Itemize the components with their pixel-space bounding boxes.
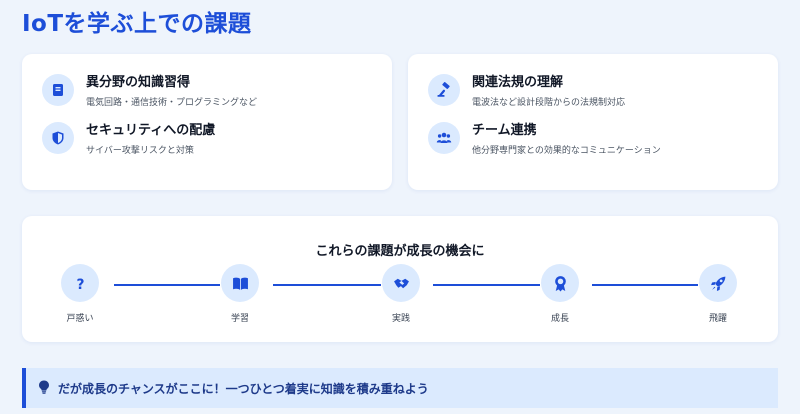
timeline-connector [433,284,540,286]
rocket-icon [699,264,737,302]
challenge-card-left: 異分野の知識習得 電気回路・通信技術・プログラミングなど セキュリティへの配慮 … [22,54,392,190]
challenge-desc: サイバー攻撃リスクと対策 [86,146,194,156]
timeline-connector [592,284,698,286]
stage-label: 飛躍 [708,314,727,324]
open-book-icon [221,264,259,302]
challenge-title: セキュリティへの配慮 [86,123,216,138]
timeline-stage: 成長 [530,264,590,324]
shield-icon [42,122,74,154]
gavel-icon [428,74,460,106]
banner-text: だが成長のチャンスがここに！一つひとつ着実に知識を積み重ねよう [58,381,429,396]
growth-card: これらの課題が成長の機会に ? 戸惑い 学習 実践 成長 飛躍 [22,216,778,342]
stage-label: 成長 [550,314,569,324]
timeline-connector [114,284,220,286]
award-icon [541,264,579,302]
timeline-stage: 実践 [371,264,431,324]
challenge-title: チーム連携 [472,123,537,138]
challenge-desc: 他分野専門家との効果的なコミュニケーション [472,146,661,156]
page-title: IoTを学ぶ上での課題 [22,11,252,37]
timeline-stage: 学習 [210,264,270,324]
challenge-item: 関連法規の理解 電波法など設計段階からの法規制対応 [428,74,625,109]
stage-label: 実践 [391,314,410,324]
book-icon [42,74,74,106]
challenge-card-right: 関連法規の理解 電波法など設計段階からの法規制対応 チーム連携 他分野専門家との… [408,54,778,190]
lightbulb-icon [38,379,50,398]
team-icon [428,122,460,154]
question-icon: ? [61,264,99,302]
challenge-desc: 電波法など設計段階からの法規制対応 [472,98,626,108]
handshake-icon [382,264,420,302]
timeline-stage: ? 戸惑い [50,264,110,324]
challenge-title: 関連法規の理解 [472,75,564,90]
timeline-connector [273,284,381,286]
challenge-item: セキュリティへの配慮 サイバー攻撃リスクと対策 [42,122,215,157]
challenge-title: 異分野の知識習得 [86,75,191,90]
timeline-stage: 飛躍 [688,264,748,324]
challenge-item: チーム連携 他分野専門家との効果的なコミュニケーション [428,122,661,157]
challenge-desc: 電気回路・通信技術・プログラミングなど [86,98,258,108]
challenge-item: 異分野の知識習得 電気回路・通信技術・プログラミングなど [42,74,257,109]
svg-text:?: ? [76,276,84,291]
stage-label: 学習 [230,314,249,324]
stage-label: 戸惑い [66,314,94,324]
growth-title: これらの課題が成長の機会に [315,244,485,259]
motivation-banner: だが成長のチャンスがここに！一つひとつ着実に知識を積み重ねよう [22,368,778,408]
